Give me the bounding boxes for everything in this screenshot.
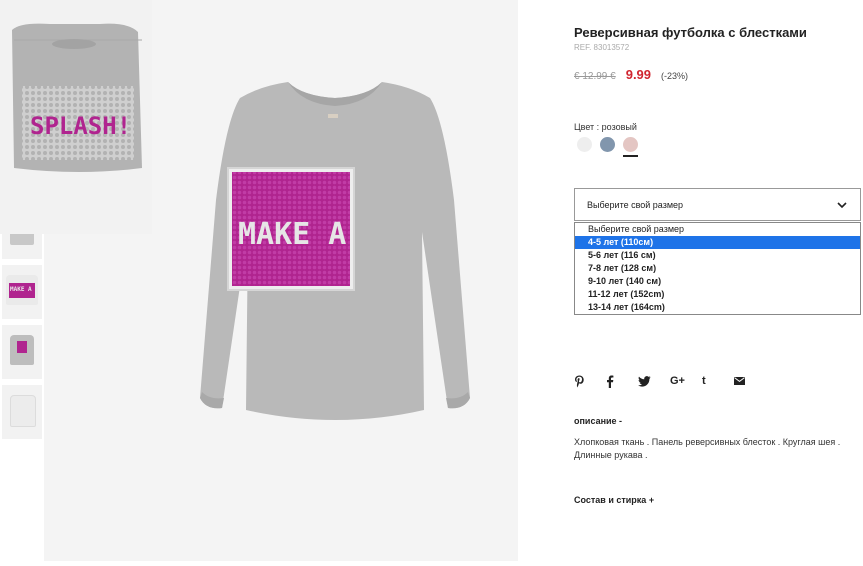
size-option-9-10[interactable]: 9-10 лет (140 см) (575, 275, 860, 288)
size-option-11-12[interactable]: 11-12 лет (152cm) (575, 288, 860, 301)
product-ref: REF. 83013572 (574, 43, 630, 52)
old-price: € 12.99 € (574, 71, 616, 82)
thumbnail-shirt (10, 395, 36, 427)
color-label: Цвет : розовый (574, 122, 637, 132)
size-dropdown-list: Выберите свой размер 4-5 лет (110см) 5-6… (574, 222, 861, 315)
thumbnail-text: MAKE A (10, 286, 32, 293)
size-select[interactable]: Выберите свой размер (574, 188, 861, 221)
size-select-value: Выберите свой размер (587, 199, 684, 210)
size-option-5-6[interactable]: 5-6 лет (116 см) (575, 249, 860, 262)
email-icon[interactable] (734, 372, 766, 390)
shirt-illustration: MAKE A (200, 82, 470, 420)
facebook-icon[interactable] (606, 372, 638, 390)
google-plus-glyph: G+ (670, 375, 685, 387)
composition-toggle[interactable]: Состав и стирка + (574, 495, 654, 505)
thumbnail-3[interactable] (2, 325, 42, 379)
product-info: Реверсивная футболка с блестками REF. 83… (574, 0, 863, 561)
swatch-grey-blue[interactable] (600, 137, 615, 152)
inset-image: SPLASH! (0, 0, 152, 234)
price-row: € 12.99 € 9.99 (-23%) (574, 67, 688, 82)
swatch-pink[interactable] (623, 137, 638, 157)
pinterest-icon[interactable] (574, 372, 606, 390)
discount-badge: (-23%) (661, 71, 689, 81)
color-swatches (577, 137, 638, 157)
product-title: Реверсивная футболка с блестками (574, 25, 807, 40)
size-option-13-14[interactable]: 13-14 лет (164cm) (575, 301, 860, 314)
size-option-7-8[interactable]: 7-8 лет (128 см) (575, 262, 860, 275)
product-gallery: MAKE A SPLASH! MAKE A (0, 0, 518, 561)
size-option-placeholder[interactable]: Выберите свой размер (575, 223, 860, 236)
thumbnail-2[interactable]: MAKE A (2, 265, 42, 319)
twitter-icon[interactable] (638, 372, 670, 390)
google-plus-icon[interactable]: G+ (670, 372, 702, 390)
swatch-white[interactable] (577, 137, 592, 152)
description-text: Хлопковая ткань . Панель реверсивных бле… (574, 437, 841, 460)
thumbnail-4[interactable] (2, 385, 42, 439)
share-bar: G+ t (574, 372, 766, 390)
size-option-4-5[interactable]: 4-5 лет (110см) (575, 236, 860, 249)
folded-shirt-illustration: SPLASH! (0, 0, 152, 234)
thumbnail-panel (17, 341, 27, 353)
sale-price: 9.99 (625, 67, 652, 82)
tumblr-icon[interactable]: t (702, 372, 734, 390)
chevron-down-icon (837, 201, 847, 208)
main-shirt-text: MAKE A (238, 217, 346, 252)
inset-shirt-text: SPLASH! (30, 112, 131, 140)
tumblr-glyph: t (702, 375, 706, 387)
description-toggle[interactable]: описание - (574, 416, 622, 426)
main-product-image: MAKE A (152, 0, 518, 561)
